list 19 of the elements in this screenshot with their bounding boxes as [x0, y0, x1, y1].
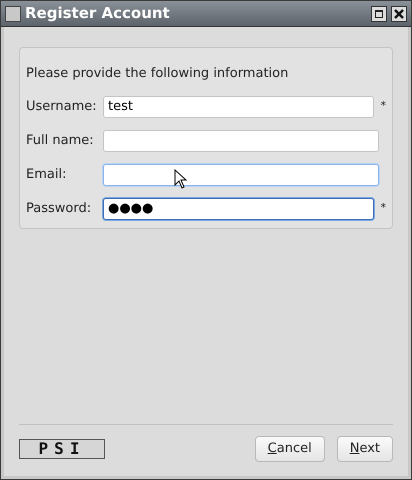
mouse-cursor-icon	[174, 169, 188, 189]
window-menu-icon[interactable]	[5, 6, 21, 22]
window-title: Register Account	[25, 3, 170, 24]
field-label: Email:	[26, 166, 68, 184]
maximize-icon[interactable]	[371, 6, 387, 22]
field-label: Full name:	[26, 132, 95, 150]
intro-text: Please provide the following information	[26, 65, 290, 83]
required-mark: *	[380, 200, 386, 216]
close-icon[interactable]	[391, 6, 407, 22]
input-field[interactable]: ●●●●	[103, 198, 374, 220]
input-field[interactable]	[103, 164, 379, 186]
dialog-button[interactable]: Cancel	[254, 436, 325, 462]
field-label: Username:	[26, 98, 98, 116]
logo: PSI	[19, 439, 105, 459]
field-label: Password:	[26, 200, 92, 218]
required-mark: *	[380, 98, 386, 114]
input-field[interactable]: test	[103, 96, 374, 118]
input-field[interactable]	[103, 130, 379, 152]
dialog-button[interactable]: Next	[336, 436, 393, 462]
